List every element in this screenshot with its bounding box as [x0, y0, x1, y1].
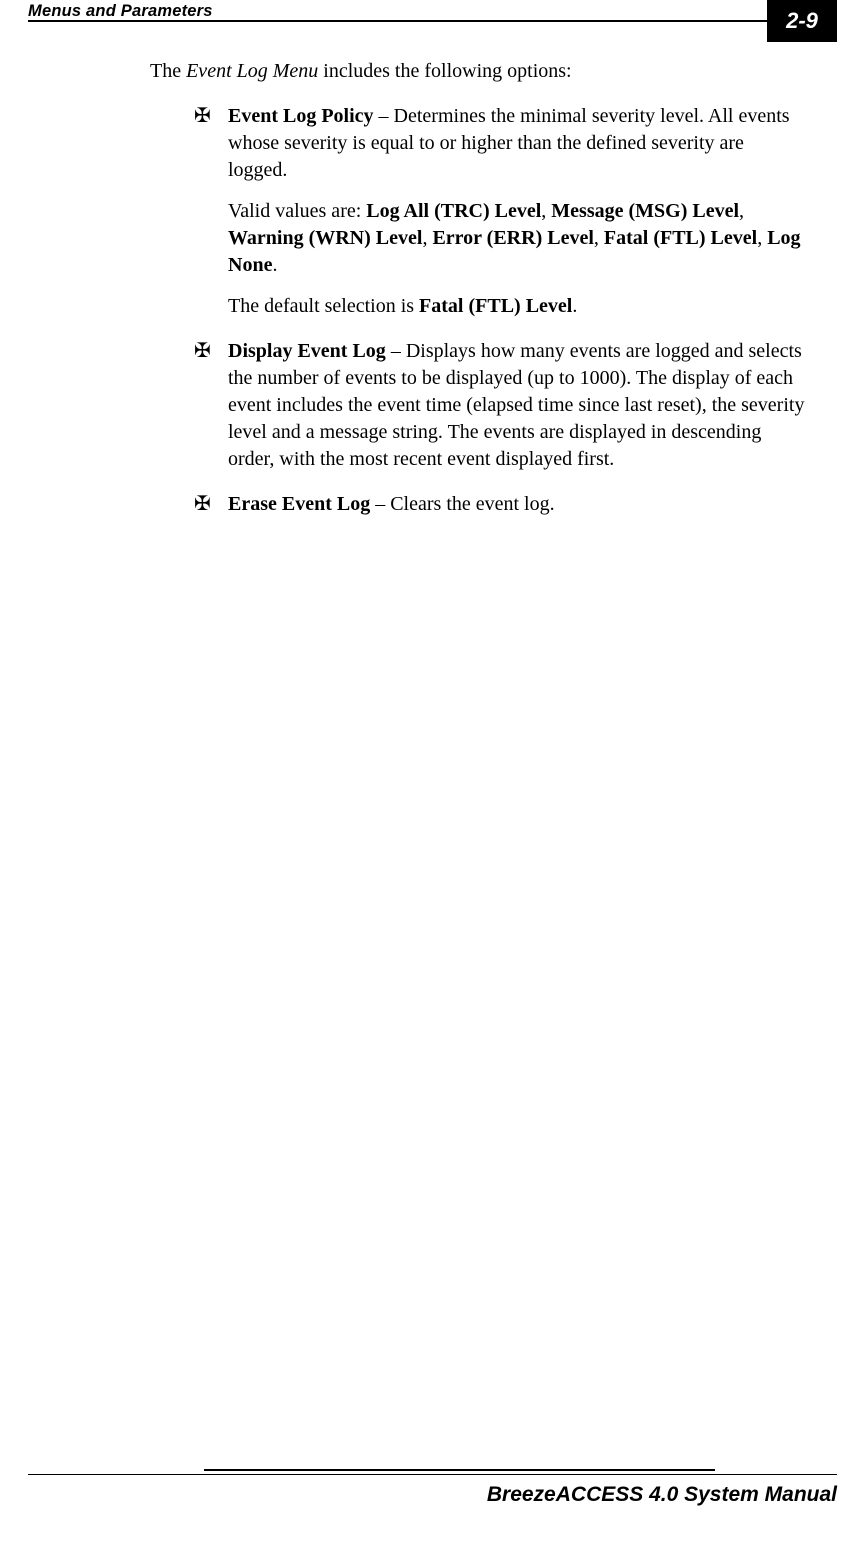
list-item: Event Log Policy – Determines the minima… — [194, 103, 807, 320]
default-suffix: . — [572, 295, 577, 317]
valid-value: Message (MSG) Level — [551, 200, 739, 222]
list-item: Erase Event Log – Clears the event log. — [194, 491, 807, 518]
manual-title: BreezeACCESS 4.0 System Manual — [28, 1483, 837, 1507]
list-item: Display Event Log – Displays how many ev… — [194, 338, 807, 473]
intro-menu-name: Event Log Menu — [186, 60, 318, 82]
header-rule — [28, 20, 767, 22]
page-number-box: 2-9 — [767, 0, 837, 42]
footer-rule-thick — [204, 1469, 715, 1471]
intro-suffix: includes the following options: — [318, 60, 571, 82]
valid-value: Error (ERR) Level — [432, 227, 593, 249]
item-title: Display Event Log — [228, 340, 386, 362]
intro-paragraph: The Event Log Menu includes the followin… — [150, 58, 807, 85]
item-title: Event Log Policy — [228, 105, 374, 127]
item-sep: – — [386, 340, 406, 362]
section-title: Menus and Parameters — [28, 2, 213, 21]
valid-value: Fatal (FTL) Level — [604, 227, 757, 249]
valid-value: Log All (TRC) Level — [366, 200, 541, 222]
options-list: Event Log Policy – Determines the minima… — [194, 103, 807, 518]
intro-prefix: The — [150, 60, 186, 82]
page-number: 2-9 — [786, 8, 818, 34]
valid-prefix: Valid values are: — [228, 200, 366, 222]
default-prefix: The default selection is — [228, 295, 419, 317]
default-value: Fatal (FTL) Level — [419, 295, 572, 317]
default-paragraph: The default selection is Fatal (FTL) Lev… — [228, 293, 807, 320]
page-footer: BreezeACCESS 4.0 System Manual — [28, 1469, 837, 1507]
valid-values-paragraph: Valid values are: Log All (TRC) Level, M… — [228, 198, 807, 279]
item-sep: – — [374, 105, 394, 127]
item-title: Erase Event Log — [228, 493, 370, 515]
valid-value: Warning (WRN) Level — [228, 227, 422, 249]
item-body: Clears the event log. — [390, 493, 554, 515]
content-area: The Event Log Menu includes the followin… — [150, 54, 807, 536]
item-sep: – — [370, 493, 390, 515]
footer-rule-thin — [28, 1474, 837, 1475]
page-header: Menus and Parameters 2-9 — [0, 0, 865, 44]
